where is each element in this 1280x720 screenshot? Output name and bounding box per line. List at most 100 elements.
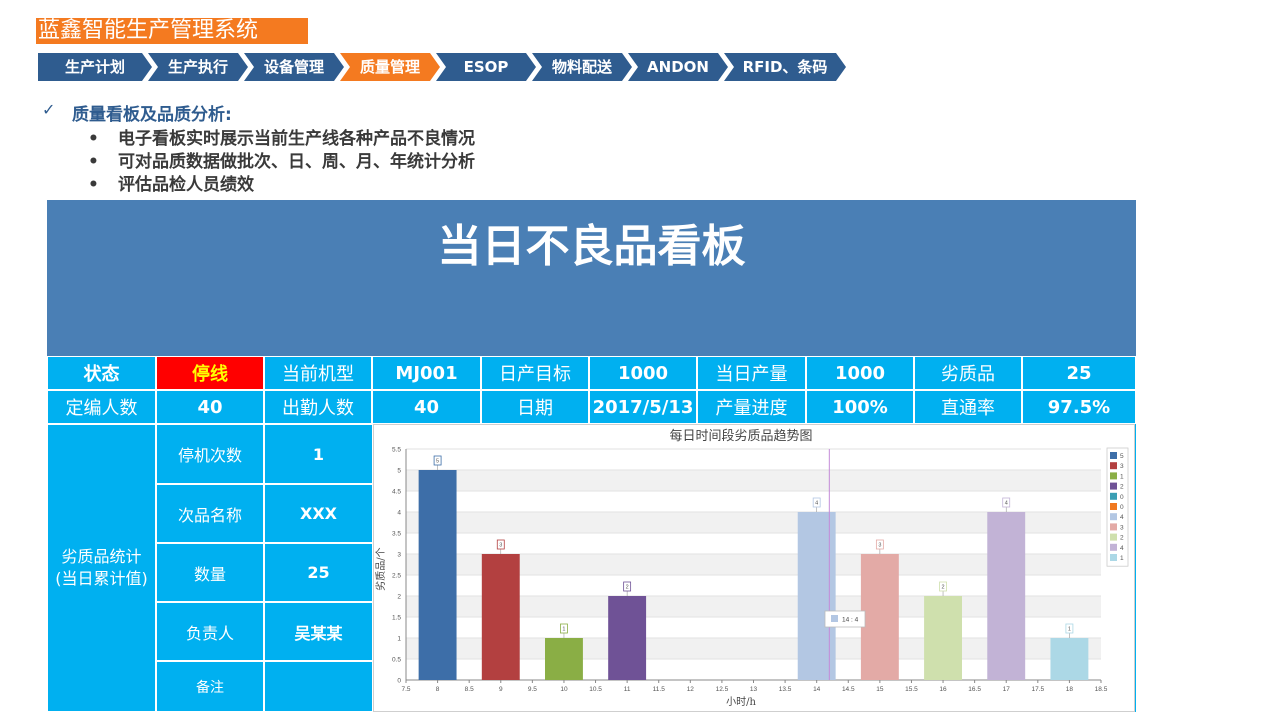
y-tick-label: 5.5 (392, 447, 401, 454)
owner-value: 吴某某 (264, 602, 373, 661)
chart-bar (1050, 638, 1089, 680)
output-value: 1000 (806, 356, 914, 390)
quantity-label: 数量 (156, 543, 264, 602)
legend-swatch (1110, 452, 1117, 459)
nav-item-andon[interactable]: ANDON (628, 53, 728, 81)
legend-label: 0 (1120, 494, 1124, 501)
legend-label: 4 (1120, 545, 1124, 552)
x-tick-label: 10 (560, 686, 568, 693)
data-label: 2 (942, 585, 945, 591)
data-label: 5 (436, 459, 439, 465)
chart-bar (545, 638, 583, 680)
bullet-item: • 可对品质数据做批次、日、周、月、年统计分析 (88, 147, 475, 172)
quantity-value: 25 (264, 543, 373, 602)
nav-item-equipment[interactable]: 设备管理 (244, 53, 344, 81)
x-axis-label: 小时/h (726, 696, 756, 708)
nav-item-production-plan[interactable]: 生产计划 (38, 53, 152, 81)
x-tick-label: 11 (624, 686, 631, 693)
chart-bar (987, 512, 1026, 680)
module-nav: 生产计划 生产执行 设备管理 质量管理 ESOP 物料配送 ANDON RFID… (38, 53, 858, 81)
legend-label: 3 (1120, 463, 1124, 470)
target-value: 1000 (589, 356, 697, 390)
attendance-label: 出勤人数 (264, 390, 372, 424)
data-label: 1 (1068, 627, 1071, 633)
defect-stats-title: 劣质品统计 (61, 547, 142, 566)
chart-bar (924, 596, 962, 680)
legend-swatch (1110, 533, 1117, 541)
y-tick-label: 2 (397, 594, 401, 601)
x-tick-label: 8 (436, 686, 440, 693)
bullet-item: • 评估品检人员绩效 (88, 170, 254, 195)
x-tick-label: 15.5 (905, 686, 918, 693)
bullet-icon: • (88, 175, 99, 195)
attendance-value: 40 (372, 390, 481, 424)
legend-label: 2 (1120, 535, 1124, 542)
y-tick-label: 1 (397, 636, 401, 643)
bullet-icon: • (88, 152, 99, 172)
owner-label: 负责人 (156, 602, 264, 661)
legend-swatch (1110, 554, 1117, 561)
nav-item-quality[interactable]: 质量管理 (340, 53, 440, 81)
legend-swatch (1110, 462, 1117, 470)
defect-stats-label: 劣质品统计 (当日累计值) (47, 424, 156, 712)
legend-label: 2 (1120, 484, 1124, 491)
section-title: 质量看板及品质分析: (72, 105, 232, 125)
y-axis-label: 劣质品/个 (374, 547, 387, 590)
chart-title: 每日时间段劣质品趋势图 (669, 428, 812, 444)
remark-label: 备注 (156, 661, 264, 712)
tooltip-text: 14 : 4 (842, 617, 859, 624)
bullet-item: • 电子看板实时展示当前生产线各种产品不良情况 (88, 124, 475, 149)
board-title: 当日不良品看板 (437, 221, 746, 272)
nav-item-rfid[interactable]: RFID、条码 (724, 53, 846, 81)
chart-bar (418, 470, 457, 680)
chart-bar (797, 512, 836, 680)
grid-band (406, 470, 1101, 491)
staff-label: 定编人数 (47, 390, 156, 424)
legend-label: 4 (1120, 514, 1124, 521)
nav-item-material-delivery[interactable]: 物料配送 (532, 53, 632, 81)
app-title-bar: 蓝鑫智能生产管理系统 (36, 18, 308, 44)
model-label: 当前机型 (264, 356, 372, 390)
defect-trend-chart-svg: 每日时间段劣质品趋势图 小时/h 劣质品/个 00.511.522.533.54… (373, 424, 1135, 712)
nav-item-production-execution[interactable]: 生产执行 (148, 53, 248, 81)
output-label: 当日产量 (697, 356, 806, 390)
legend-swatch (1110, 513, 1117, 521)
legend-label: 5 (1120, 453, 1124, 460)
checkmark-icon: ✓ (42, 100, 56, 119)
legend-swatch (1110, 523, 1117, 531)
bullet-text: 可对品质数据做批次、日、周、月、年统计分析 (118, 152, 475, 172)
legend-label: 1 (1120, 473, 1124, 480)
x-tick-label: 8.5 (465, 686, 474, 693)
x-tick-label: 16 (939, 686, 947, 693)
date-value: 2017/5/13 (589, 390, 697, 424)
status-label: 状态 (47, 356, 156, 390)
y-tick-label: 2.5 (392, 573, 401, 580)
y-tick-label: 3 (397, 552, 401, 559)
board-header: 当日不良品看板 (47, 200, 1136, 356)
chart-bar (481, 554, 520, 680)
status-value: 停线 (156, 356, 264, 390)
model-value: MJ001 (372, 356, 481, 390)
y-tick-label: 0.5 (392, 657, 401, 664)
defect-label: 劣质品 (914, 356, 1022, 390)
y-tick-label: 0 (397, 678, 401, 685)
x-tick-label: 15 (876, 686, 884, 693)
legend-swatch (1110, 503, 1117, 510)
legend-swatch (1110, 482, 1117, 490)
pass-rate-label: 直通率 (914, 390, 1022, 424)
legend-label: 3 (1120, 524, 1124, 531)
defect-trend-chart: 每日时间段劣质品趋势图 小时/h 劣质品/个 0 0.5 1 1.5 2 2.5 3 3.5 4… (373, 424, 1135, 712)
x-tick-label: 13 (750, 686, 758, 693)
chart-bar (608, 596, 647, 680)
stops-value: 1 (264, 424, 373, 484)
y-tick-label: 4 (397, 510, 401, 517)
nav-item-esop[interactable]: ESOP (436, 53, 536, 81)
app-title: 蓝鑫智能生产管理系统 (38, 18, 259, 43)
x-tick-label: 17.5 (1031, 686, 1044, 693)
data-label: 3 (499, 543, 502, 549)
data-label: 3 (878, 543, 881, 549)
legend-swatch (1110, 543, 1117, 551)
staff-value: 40 (156, 390, 264, 424)
x-tick-label: 9 (499, 686, 503, 693)
legend-swatch (1110, 472, 1117, 480)
